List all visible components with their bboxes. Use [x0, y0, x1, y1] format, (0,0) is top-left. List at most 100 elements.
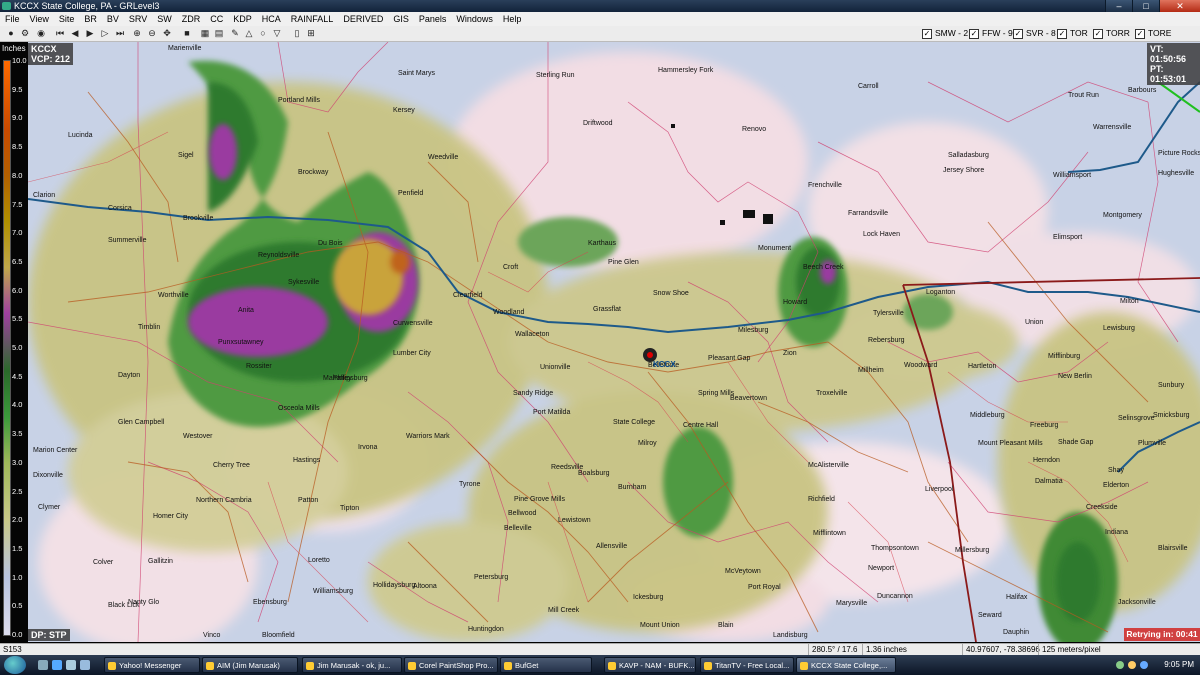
- pan-icon[interactable]: ✥: [162, 28, 172, 38]
- place-label: Northern Cambria: [196, 497, 252, 504]
- checkbox[interactable]: ✓: [922, 28, 932, 39]
- menu-item-view[interactable]: View: [25, 12, 54, 26]
- window-title: KCCX State College, PA - GRLevel3: [14, 1, 160, 11]
- menu-item-derived[interactable]: DERIVED: [338, 12, 388, 26]
- warning-toggle-2[interactable]: ✓ SVR - 8: [1013, 28, 1056, 39]
- triangle-icon[interactable]: △: [244, 28, 254, 38]
- taskbar-item-label: TitanTV - Free Local...: [715, 661, 790, 670]
- menu-item-gis[interactable]: GIS: [388, 12, 414, 26]
- record-icon[interactable]: ◉: [36, 28, 46, 38]
- time-badge: VT: 01:50:56 PT: 01:53:01: [1147, 43, 1200, 85]
- menu-item-br[interactable]: BR: [79, 12, 102, 26]
- checkbox[interactable]: ✓: [969, 28, 979, 39]
- taskbar-item[interactable]: TitanTV - Free Local...: [700, 657, 794, 673]
- warning-toggle-0[interactable]: ✓ SMW - 2: [922, 28, 968, 39]
- taskbar-item[interactable]: Yahoo! Messenger: [104, 657, 200, 673]
- network-icon[interactable]: [1116, 661, 1124, 669]
- volume-icon[interactable]: [1128, 661, 1136, 669]
- step-back-icon[interactable]: ◀: [70, 28, 80, 38]
- window-switch-icon[interactable]: [80, 660, 90, 670]
- taskbar-item[interactable]: KCCX State College,...: [796, 657, 896, 673]
- grid-icon[interactable]: ⊞: [306, 28, 316, 38]
- checkbox[interactable]: ✓: [1093, 28, 1103, 39]
- show-desktop-icon[interactable]: [38, 660, 48, 670]
- tray-app-icon[interactable]: [1140, 661, 1148, 669]
- step-forward-icon[interactable]: ▷: [100, 28, 110, 38]
- circle-icon[interactable]: ●: [6, 28, 16, 38]
- place-label: Penfield: [398, 190, 424, 197]
- place-label: Pine Glen: [608, 259, 639, 266]
- ie-icon[interactable]: [52, 660, 62, 670]
- place-label: Pine Grove Mills: [514, 496, 565, 503]
- pen-icon[interactable]: ✎: [230, 28, 240, 38]
- taskbar: Yahoo! Messenger AIM (Jim Marusak) Jim Mar…: [0, 655, 1200, 675]
- place-label: Newport: [868, 565, 895, 572]
- taskbar-item[interactable]: AIM (Jim Marusak): [202, 657, 298, 673]
- warning-label: SMW - 2: [935, 28, 969, 38]
- place-label: Reedsville: [551, 464, 584, 471]
- warning-toggle-3[interactable]: ✓ TOR: [1057, 28, 1088, 39]
- menu-item-panels[interactable]: Panels: [414, 12, 452, 26]
- warning-toggle-5[interactable]: ✓ TORE: [1135, 28, 1171, 39]
- skip-back-icon[interactable]: ⏮: [55, 28, 65, 38]
- place-label: Kersey: [393, 107, 415, 114]
- menu-item-site[interactable]: Site: [54, 12, 80, 26]
- taskbar-item[interactable]: KAVP - NAM - BUFK...: [604, 657, 696, 673]
- minimize-button[interactable]: –: [1105, 0, 1132, 12]
- menu-item-windows[interactable]: Windows: [451, 12, 498, 26]
- place-label: Osceola Mills: [278, 405, 320, 412]
- place-label: Hammersley Fork: [658, 67, 714, 74]
- warning-label: TORR: [1106, 28, 1130, 38]
- overlay-icon[interactable]: ▤: [214, 28, 224, 38]
- stop-icon[interactable]: ■: [182, 28, 192, 38]
- play-icon[interactable]: ▶: [85, 28, 95, 38]
- menu-item-kdp[interactable]: KDP: [228, 12, 257, 26]
- place-label: Tipton: [340, 505, 360, 512]
- warning-toggle-1[interactable]: ✓ FFW - 9: [969, 28, 1013, 39]
- menu-item-file[interactable]: File: [0, 12, 25, 26]
- taskbar-item[interactable]: Jim Marusak - ok, ju...: [302, 657, 402, 673]
- start-button[interactable]: [4, 656, 26, 674]
- menu-item-sw[interactable]: SW: [152, 12, 177, 26]
- place-label: McAlisterville: [808, 462, 849, 469]
- radar-map[interactable]: Marienville Saint Marys Sterling Run Hammer…: [28, 42, 1200, 642]
- place-label: Carroll: [858, 83, 879, 90]
- place-label: Howard: [783, 299, 808, 306]
- layer-icon[interactable]: ▯: [292, 28, 302, 38]
- folder-icon[interactable]: [66, 660, 76, 670]
- site-id: KCCX: [31, 44, 57, 54]
- place-label: Marysville: [836, 600, 868, 607]
- place-label: Allensville: [596, 543, 628, 550]
- zoom-out-icon[interactable]: ⊖: [147, 28, 157, 38]
- menu-item-help[interactable]: Help: [498, 12, 527, 26]
- place-label: Beech Creek: [803, 264, 844, 271]
- arrow-down-icon[interactable]: ▽: [272, 28, 282, 38]
- menu-item-zdr[interactable]: ZDR: [177, 12, 206, 26]
- taskbar-item[interactable]: BufGet: [500, 657, 592, 673]
- place-label: Farrandsville: [848, 210, 889, 217]
- warning-toggle-4[interactable]: ✓ TORR: [1093, 28, 1130, 39]
- place-label: Portland Mills: [278, 97, 321, 104]
- task-app-icon: [408, 662, 416, 670]
- menu-item-srv[interactable]: SRV: [124, 12, 152, 26]
- taskbar-item[interactable]: Corel PaintShop Pro...: [404, 657, 498, 673]
- palette-icon[interactable]: ▦: [200, 28, 210, 38]
- menu-item-rainfall[interactable]: RAINFALL: [286, 12, 339, 26]
- place-label: Hughesville: [1158, 170, 1195, 177]
- checkbox[interactable]: ✓: [1013, 28, 1023, 39]
- circle-outline-icon[interactable]: ○: [258, 28, 268, 38]
- menu-item-bv[interactable]: BV: [102, 12, 124, 26]
- close-button[interactable]: ✕: [1159, 0, 1200, 12]
- checkbox[interactable]: ✓: [1135, 28, 1145, 39]
- gear-icon[interactable]: ⚙: [20, 28, 30, 38]
- place-label: Spring Mills: [698, 390, 735, 397]
- place-label: Irvona: [358, 444, 378, 451]
- menu-item-hca[interactable]: HCA: [257, 12, 286, 26]
- menu-item-cc[interactable]: CC: [205, 12, 228, 26]
- checkbox[interactable]: ✓: [1057, 28, 1067, 39]
- skip-forward-icon[interactable]: ⏭: [115, 28, 125, 38]
- place-label: Port Royal: [748, 584, 781, 591]
- zoom-in-icon[interactable]: ⊕: [132, 28, 142, 38]
- maximize-button[interactable]: □: [1132, 0, 1159, 12]
- place-label: Indiana: [1105, 529, 1128, 536]
